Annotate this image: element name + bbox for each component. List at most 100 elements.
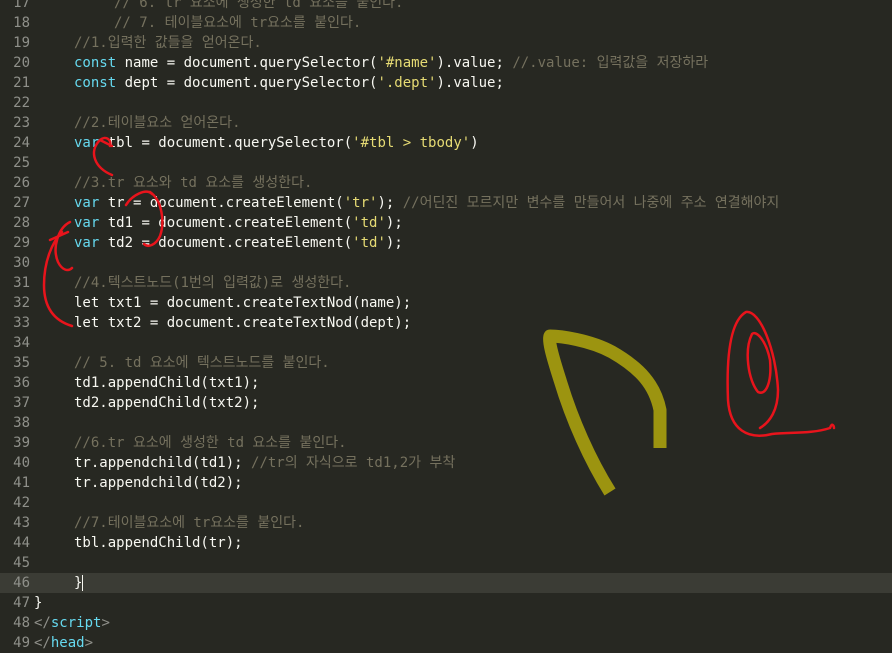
- code-line[interactable]: 24 var tbl = document.querySelector('#tbl…: [0, 133, 892, 153]
- code-line[interactable]: 40 tr.appendchild(td1); //tr의 자식으로 td1,2가…: [0, 453, 892, 473]
- line-number: 17: [13, 0, 30, 11]
- code-token: //3.tr 요소와 td 요소를 생성한다.: [74, 175, 313, 191]
- code-text: //4.텍스트노드(1번의 입력값)로 생성한다.: [34, 273, 352, 293]
- code-token: ): [470, 135, 479, 151]
- code-token: tr.appendchild(td1);: [74, 455, 252, 471]
- code-token: td2 = document.createElement(: [99, 235, 353, 251]
- line-number: 28: [13, 215, 30, 231]
- code-token: 'td': [352, 235, 386, 251]
- code-line[interactable]: 33 let txt2 = document.createTextNod(dept…: [0, 313, 892, 333]
- code-token: //7.테이블요소에 tr요소를 붙인다.: [74, 515, 305, 531]
- code-line[interactable]: 48 </script>: [0, 613, 892, 633]
- code-line[interactable]: 41 tr.appendchild(td2);: [0, 473, 892, 493]
- code-text: </script>: [34, 613, 110, 633]
- code-text: tr.appendchild(td1); //tr의 자식으로 td1,2가 부…: [34, 453, 455, 473]
- code-token: tr = document.createElement(: [99, 195, 344, 211]
- code-token: var: [74, 235, 100, 251]
- code-line[interactable]: 36 td1.appendChild(txt1);: [0, 373, 892, 393]
- code-line[interactable]: 47}: [0, 593, 892, 613]
- code-line[interactable]: 23 //2.테이블요소 얻어온다.: [0, 113, 892, 133]
- line-number: 22: [13, 95, 30, 111]
- code-line[interactable]: 32 let txt1 = document.createTextNod(name…: [0, 293, 892, 313]
- code-line[interactable]: 18 // 7. 테이블요소에 tr요소를 붙인다.: [0, 13, 892, 33]
- code-line[interactable]: 27 var tr = document.createElement('tr');…: [0, 193, 892, 213]
- code-line[interactable]: 38: [0, 413, 892, 433]
- code-text: // 7. 테이블요소에 tr요소를 붙인다.: [34, 13, 361, 33]
- code-line[interactable]: 19 //1.입력한 값들을 얻어온다.: [0, 33, 892, 53]
- line-number: 25: [13, 155, 30, 171]
- code-text: tr.appendchild(td2);: [34, 473, 243, 493]
- code-line[interactable]: 29 var td2 = document.createElement('td')…: [0, 233, 892, 253]
- line-number: 21: [13, 75, 30, 91]
- code-line[interactable]: 46}: [0, 573, 892, 593]
- code-text: var tbl = document.querySelector('#tbl >…: [34, 133, 479, 153]
- line-number: 39: [13, 435, 30, 451]
- code-token: '#name': [377, 55, 437, 71]
- code-line[interactable]: 22: [0, 93, 892, 113]
- line-number: 23: [13, 115, 30, 131]
- code-line[interactable]: 25: [0, 153, 892, 173]
- code-line[interactable]: 35 // 5. td 요소에 텍스트노드를 붙인다.: [0, 353, 892, 373]
- code-token: 'tr': [343, 195, 378, 211]
- code-line[interactable]: 31 //4.텍스트노드(1번의 입력값)로 생성한다.: [0, 273, 892, 293]
- code-text: //3.tr 요소와 td 요소를 생성한다.: [34, 173, 312, 193]
- text-cursor: [82, 575, 84, 591]
- code-token: ).value;: [436, 55, 513, 71]
- code-line[interactable]: 49 </head>: [0, 633, 892, 653]
- line-number: 32: [13, 295, 30, 311]
- code-token: let txt1 = document.createTextNod(name);: [74, 295, 412, 311]
- code-line[interactable]: 21 const dept = document.querySelector('.…: [0, 73, 892, 93]
- code-token: // 5. td 요소에 텍스트노드를 붙인다.: [74, 355, 330, 371]
- code-text: td2.appendChild(txt2);: [34, 393, 259, 413]
- code-token: //tr의 자식으로 td1,2가 부착: [251, 455, 456, 471]
- code-token: // 6. tr 요소에 생성한 td 요소를 붙인다.: [114, 0, 404, 11]
- code-editor[interactable]: 17 // 6. tr 요소에 생성한 td 요소를 붙인다. 18 // 7. 테이…: [0, 0, 892, 653]
- line-number: 27: [13, 195, 30, 211]
- code-line[interactable]: 34: [0, 333, 892, 353]
- line-number: 20: [13, 55, 30, 71]
- code-token: // 7. 테이블요소에 tr요소를 붙인다.: [114, 15, 362, 31]
- line-number: 24: [13, 135, 30, 151]
- code-token: }: [34, 595, 43, 611]
- line-number: 18: [13, 15, 30, 31]
- line-number: 36: [13, 375, 30, 391]
- code-text: //7.테이블요소에 tr요소를 붙인다.: [34, 513, 304, 533]
- line-number: 43: [13, 515, 30, 531]
- code-line[interactable]: 39 //6.tr 요소에 생성한 td 요소를 붙인다.: [0, 433, 892, 453]
- code-token: );: [377, 195, 403, 211]
- code-token: '.dept': [377, 75, 437, 91]
- code-token: </: [34, 615, 51, 631]
- code-line[interactable]: 26 //3.tr 요소와 td 요소를 생성한다.: [0, 173, 892, 193]
- line-number: 30: [13, 255, 30, 271]
- line-number: 37: [13, 395, 30, 411]
- code-token: );: [385, 235, 403, 251]
- code-token: var: [74, 135, 100, 151]
- code-line[interactable]: 30: [0, 253, 892, 273]
- code-line[interactable]: 37 td2.appendChild(txt2);: [0, 393, 892, 413]
- line-number: 48: [13, 615, 30, 631]
- code-token: 'td': [352, 215, 386, 231]
- code-text: tbl.appendChild(tr);: [34, 533, 243, 553]
- code-text: // 5. td 요소에 텍스트노드를 붙인다.: [34, 353, 330, 373]
- code-token: ).value;: [436, 75, 504, 91]
- code-token: td1.appendChild(txt1);: [74, 375, 260, 391]
- code-token: dept = document.querySelector(: [116, 75, 378, 91]
- code-line[interactable]: 45: [0, 553, 892, 573]
- code-token: name = document.querySelector(: [116, 55, 378, 71]
- code-line[interactable]: 28 var td1 = document.createElement('td')…: [0, 213, 892, 233]
- code-text: const dept = document.querySelector('.de…: [34, 73, 504, 93]
- code-token: </: [34, 635, 51, 651]
- code-token: td2.appendChild(txt2);: [74, 395, 260, 411]
- code-line[interactable]: 17 // 6. tr 요소에 생성한 td 요소를 붙인다.: [0, 0, 892, 13]
- line-number: 34: [13, 335, 30, 351]
- code-line[interactable]: 44 tbl.appendChild(tr);: [0, 533, 892, 553]
- code-line[interactable]: 43 //7.테이블요소에 tr요소를 붙인다.: [0, 513, 892, 533]
- line-number: 45: [13, 555, 30, 571]
- line-number: 41: [13, 475, 30, 491]
- code-line[interactable]: 20 const name = document.querySelector('#…: [0, 53, 892, 73]
- code-line[interactable]: 42: [0, 493, 892, 513]
- line-number: 40: [13, 455, 30, 471]
- code-text: }: [34, 573, 84, 593]
- code-token: tbl.appendChild(tr);: [74, 535, 243, 551]
- code-token: const: [74, 75, 117, 91]
